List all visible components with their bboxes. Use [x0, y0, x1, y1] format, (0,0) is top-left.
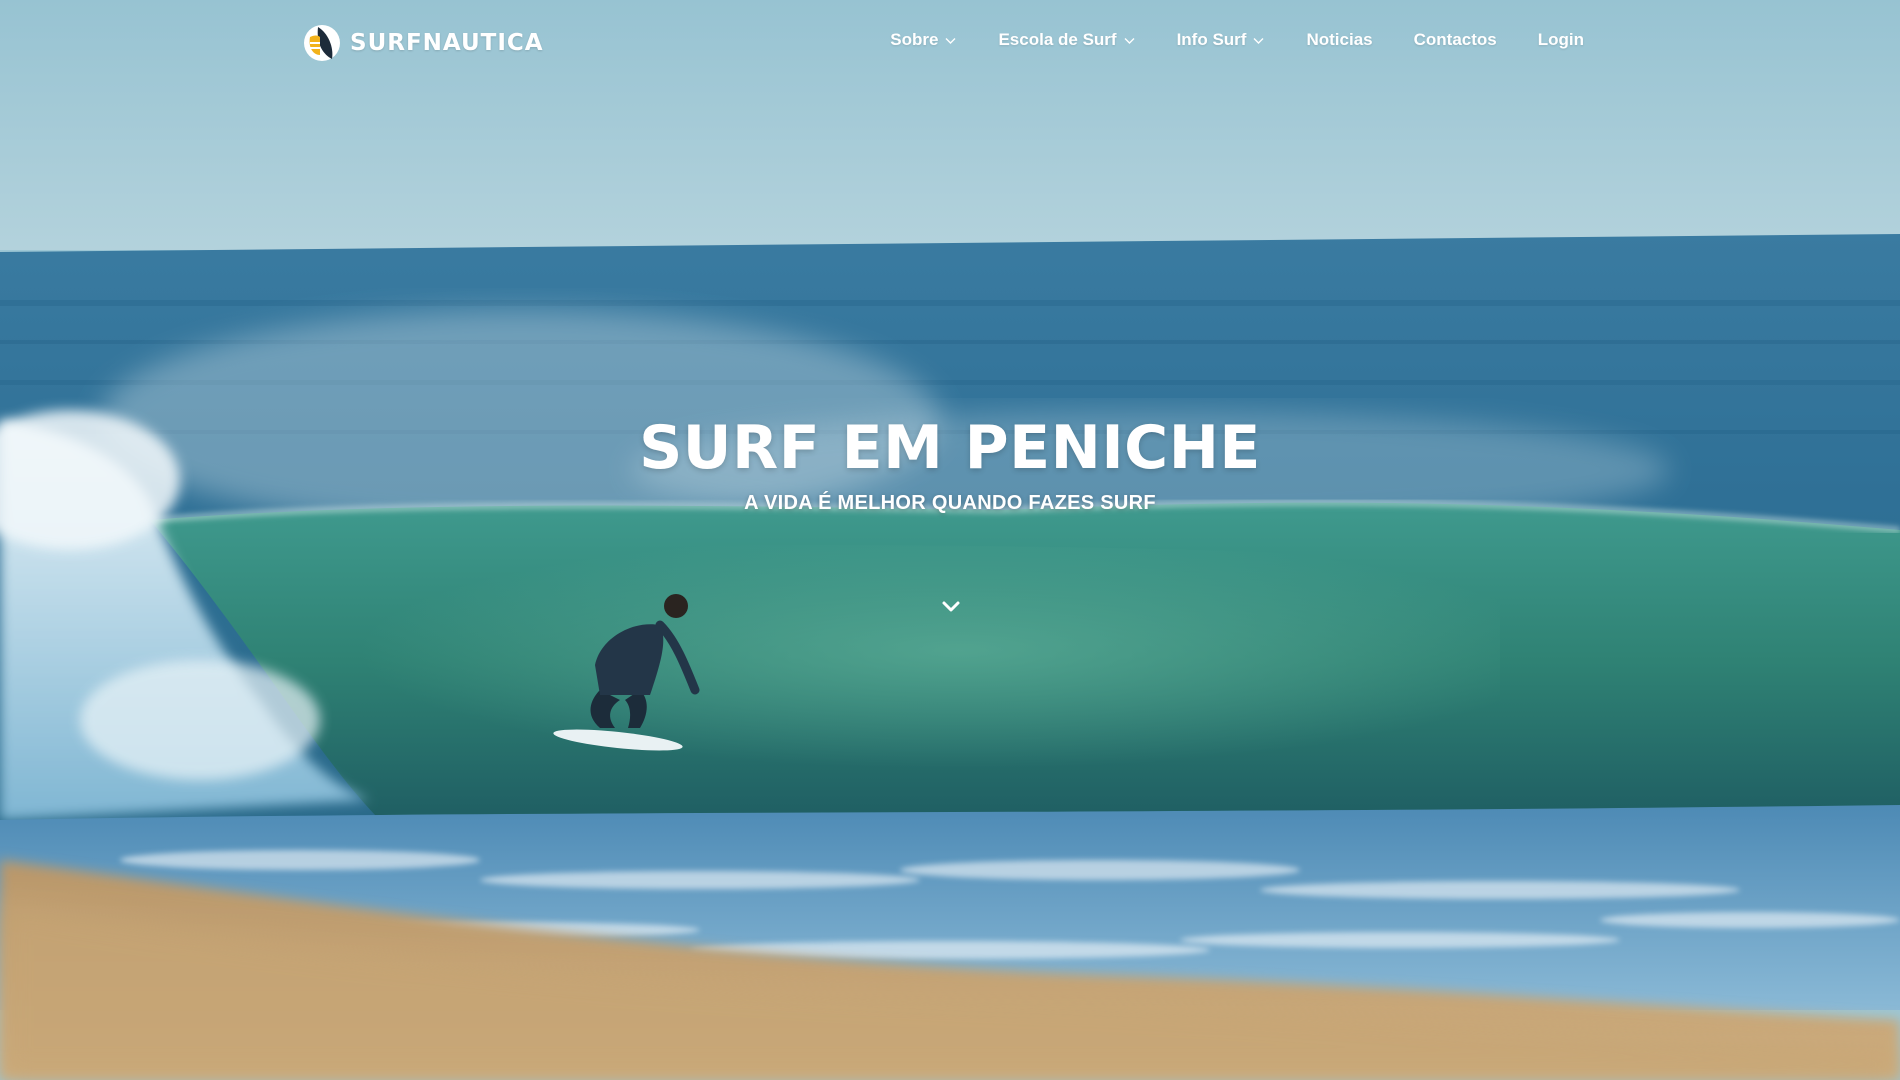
nav-item-info-surf[interactable]: Info Surf: [1177, 30, 1266, 50]
chevron-down-icon: [942, 601, 960, 612]
scroll-down-button[interactable]: [940, 596, 962, 618]
chevron-down-icon: [1123, 34, 1136, 47]
brand-name: SURFNAUTICA: [350, 30, 544, 56]
nav-item-contactos[interactable]: Contactos: [1414, 30, 1497, 50]
nav-item-label: Escola de Surf: [998, 30, 1117, 49]
top-navbar: SURFNAUTICA Sobre Escola de Surf Info Su…: [0, 0, 1900, 86]
nav-item-label: Contactos: [1413, 30, 1497, 49]
nav-item-noticias[interactable]: Noticias: [1306, 30, 1372, 50]
nav-item-label: Info Surf: [1176, 30, 1247, 49]
surfboard-sail-logo-icon: [304, 25, 340, 61]
chevron-down-icon: [944, 34, 957, 47]
hero-subtitle: A VIDA É MELHOR QUANDO FAZES SURF: [744, 492, 1156, 514]
nav-item-escola-de-surf[interactable]: Escola de Surf: [998, 30, 1135, 50]
chevron-down-icon: [1252, 34, 1265, 47]
nav-item-label: Sobre: [890, 30, 939, 49]
hero-section: [0, 0, 1900, 1080]
hero-background-photo: [0, 0, 1900, 1080]
hero-text-block: SURF EM PENICHE A VIDA É MELHOR QUANDO F…: [0, 418, 1900, 515]
hero-title: SURF EM PENICHE: [639, 413, 1261, 483]
nav-item-login[interactable]: Login: [1538, 30, 1584, 50]
nav-item-sobre[interactable]: Sobre: [890, 30, 957, 50]
nav-item-label: Noticias: [1306, 30, 1373, 49]
brand-logo-link[interactable]: SURFNAUTICA: [302, 22, 544, 64]
nav-item-label: Login: [1537, 30, 1584, 49]
main-navigation: Sobre Escola de Surf Info Surf Noticias …: [890, 30, 1584, 50]
